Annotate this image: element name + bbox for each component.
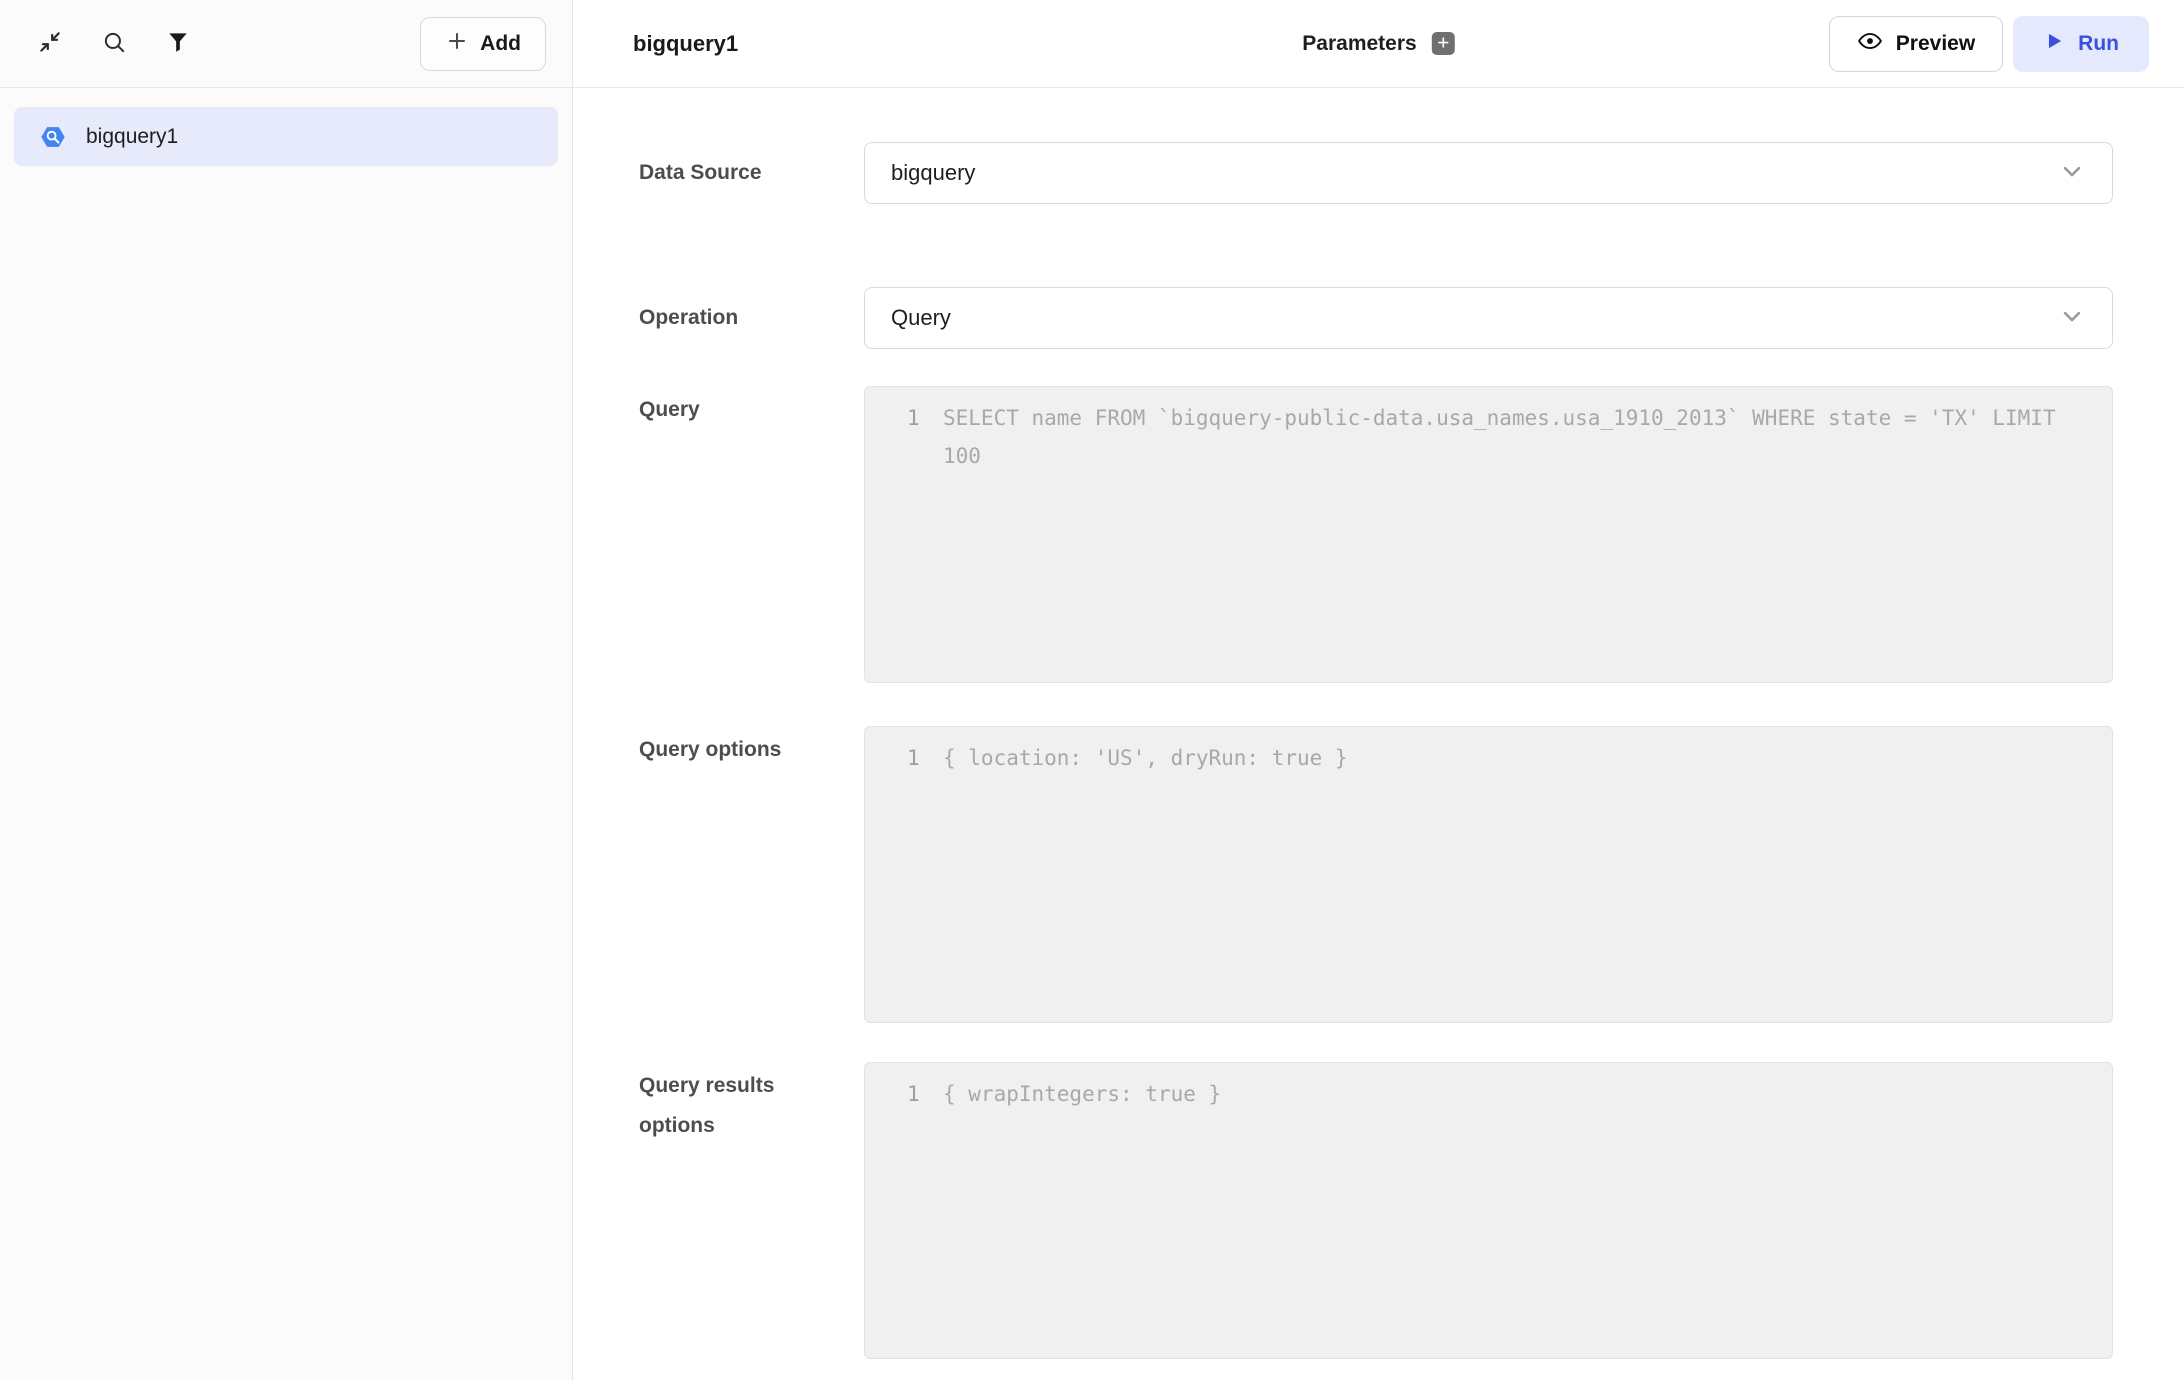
- query-list: bigquery1: [0, 88, 572, 185]
- query-name-label: bigquery1: [86, 125, 178, 149]
- parameters-label: Parameters: [1302, 32, 1416, 56]
- filter-button[interactable]: [161, 27, 195, 61]
- field-label-operation: Operation: [639, 298, 864, 338]
- header-actions: Preview Run: [1829, 16, 2149, 72]
- run-button[interactable]: Run: [2013, 16, 2149, 72]
- add-parameter-button[interactable]: [1432, 32, 1455, 55]
- form-row-query-options: Query options 1 { location: 'US', dryRun…: [639, 726, 2113, 1023]
- operation-select[interactable]: Query: [864, 287, 2113, 349]
- app-window: Add bigquery1 bigquery1 Parameters: [0, 0, 2184, 1380]
- form-row-data-source: Data Source bigquery: [639, 142, 2113, 204]
- list-item-bigquery1[interactable]: bigquery1: [14, 107, 558, 166]
- plus-icon: [1436, 35, 1451, 53]
- form-row-operation: Operation Query: [639, 287, 2113, 349]
- play-icon: [2043, 30, 2065, 58]
- parameters-section: Parameters: [1302, 32, 1454, 56]
- query-form: Data Source bigquery Operation Query: [573, 88, 2184, 1380]
- plus-icon: [445, 29, 469, 59]
- search-button[interactable]: [97, 27, 131, 61]
- main-panel: bigquery1 Parameters: [573, 0, 2184, 1380]
- line-number: 1: [865, 739, 943, 777]
- search-icon: [101, 29, 127, 58]
- operation-value: Query: [891, 305, 951, 331]
- collapse-button[interactable]: [33, 27, 67, 61]
- field-label-query-results-options: Query results options: [639, 1062, 864, 1146]
- filter-icon: [165, 29, 191, 58]
- query-results-options-placeholder: { wrapIntegers: true }: [943, 1075, 2088, 1113]
- data-source-select[interactable]: bigquery: [864, 142, 2113, 204]
- query-code-placeholder: SELECT name FROM `bigquery-public-data.u…: [943, 399, 2088, 475]
- preview-button-label: Preview: [1896, 32, 1975, 56]
- chevron-down-icon: [2058, 157, 2086, 190]
- main-header: bigquery1 Parameters: [573, 0, 2184, 88]
- field-label-data-source: Data Source: [639, 153, 864, 193]
- chevron-down-icon: [2058, 302, 2086, 335]
- add-button-label: Add: [480, 32, 521, 56]
- eye-icon: [1857, 28, 1883, 60]
- field-label-query: Query: [639, 386, 864, 430]
- sidebar-toolbar: Add: [0, 0, 572, 88]
- query-code-editor[interactable]: 1 SELECT name FROM `bigquery-public-data…: [864, 386, 2113, 683]
- query-options-editor[interactable]: 1 { location: 'US', dryRun: true }: [864, 726, 2113, 1023]
- query-options-placeholder: { location: 'US', dryRun: true }: [943, 739, 2088, 777]
- page-title: bigquery1: [633, 31, 738, 57]
- data-source-value: bigquery: [891, 160, 975, 186]
- run-button-label: Run: [2078, 32, 2119, 56]
- bigquery-icon: [39, 123, 67, 151]
- query-results-options-editor[interactable]: 1 { wrapIntegers: true }: [864, 1062, 2113, 1359]
- preview-button[interactable]: Preview: [1829, 16, 2003, 72]
- add-query-button[interactable]: Add: [420, 17, 546, 71]
- sidebar: Add bigquery1: [0, 0, 573, 1380]
- field-label-query-options: Query options: [639, 726, 864, 770]
- form-row-query-results-options: Query results options 1 { wrapIntegers: …: [639, 1062, 2113, 1359]
- collapse-icon: [37, 29, 63, 58]
- form-row-query: Query 1 SELECT name FROM `bigquery-publi…: [639, 386, 2113, 683]
- line-number: 1: [865, 1075, 943, 1113]
- line-number: 1: [865, 399, 943, 437]
